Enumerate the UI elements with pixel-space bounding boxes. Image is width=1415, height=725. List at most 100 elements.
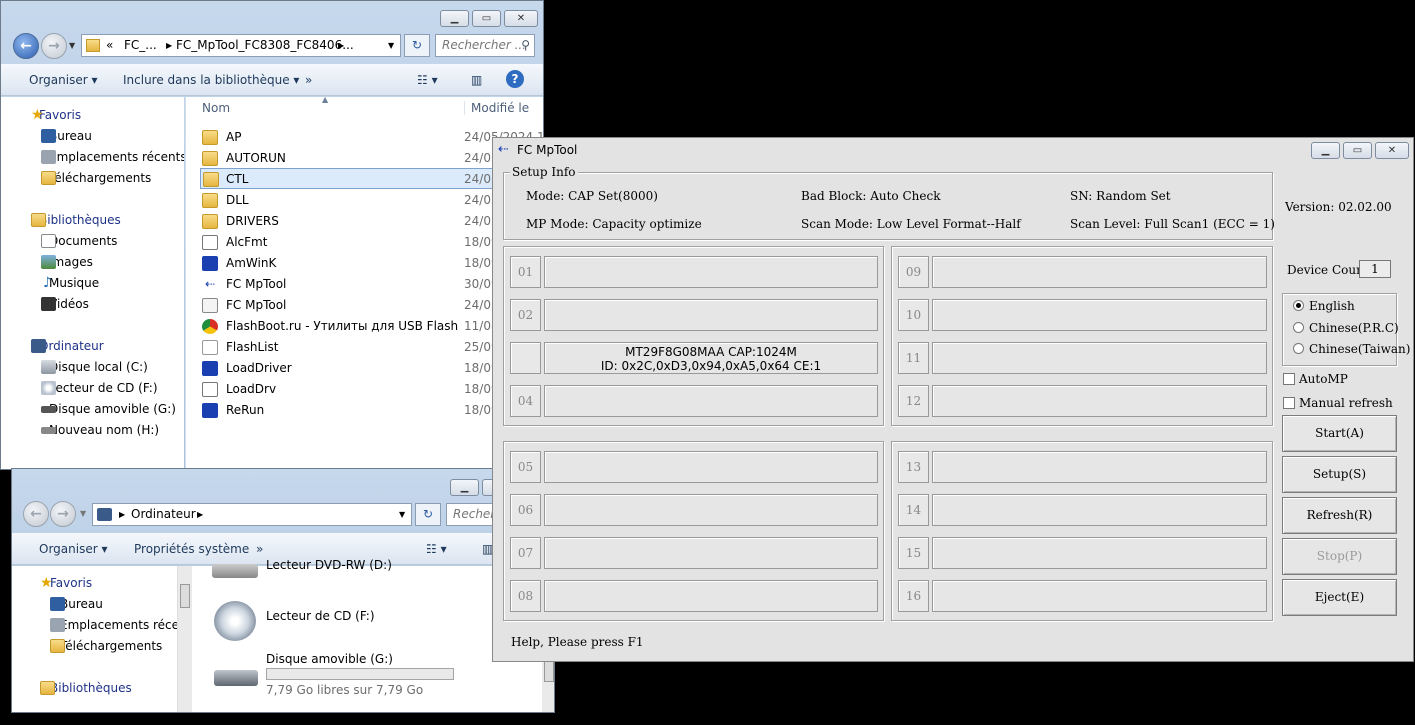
nav-downloads[interactable]: Téléchargements bbox=[12, 636, 162, 657]
slot-06-number[interactable]: 06 bbox=[510, 494, 541, 526]
auto-mp-label[interactable]: AutoMP bbox=[1299, 372, 1348, 386]
maximize-button[interactable]: ▭ bbox=[1343, 142, 1372, 159]
nav-desktop[interactable]: Bureau bbox=[1, 126, 92, 147]
back-button[interactable]: ← bbox=[23, 501, 49, 527]
slot-07-number[interactable]: 07 bbox=[510, 537, 541, 569]
nav-computer[interactable]: Ordinateur bbox=[1, 336, 104, 357]
refresh-button[interactable]: ↻ bbox=[404, 34, 430, 57]
chinese-taiwan-radio[interactable] bbox=[1293, 343, 1304, 354]
maximize-button[interactable]: ▭ bbox=[472, 10, 501, 27]
forward-button[interactable]: → bbox=[41, 33, 67, 59]
nav-drive-h[interactable]: Nouveau nom (H:) bbox=[1, 420, 159, 441]
minimize-button[interactable]: ▁ bbox=[1311, 142, 1340, 159]
more-commands-button[interactable]: » bbox=[256, 542, 263, 556]
slot-15-number[interactable]: 15 bbox=[898, 537, 929, 569]
nav-favorites[interactable]: ★ Favoris bbox=[1, 105, 81, 126]
drive-item[interactable]: Lecteur de CD (F:) bbox=[212, 601, 512, 641]
chinese-prc-label[interactable]: Chinese(P.R.C) bbox=[1309, 321, 1399, 335]
manual-refresh-label[interactable]: Manual refresh bbox=[1299, 396, 1393, 410]
slot-04-number[interactable]: 04 bbox=[510, 385, 541, 417]
chinese-taiwan-label[interactable]: Chinese(Taiwan) bbox=[1309, 342, 1410, 356]
nav-favorites[interactable]: ★ Favoris bbox=[12, 573, 92, 594]
slot-08-number[interactable]: 08 bbox=[510, 580, 541, 612]
cd-drive-icon bbox=[41, 381, 56, 395]
slot-16-status bbox=[932, 580, 1267, 612]
chevron-down-icon[interactable]: ▼ bbox=[388, 35, 394, 56]
minimize-icon: ▁ bbox=[1321, 145, 1330, 156]
stop-button[interactable]: Stop(P) bbox=[1282, 538, 1397, 575]
nav-libraries[interactable]: Bibliothèques bbox=[12, 678, 132, 699]
refresh-button[interactable]: Refresh(R) bbox=[1282, 497, 1397, 534]
chevron-down-icon[interactable]: ▼ bbox=[399, 504, 405, 525]
slot-12-number[interactable]: 12 bbox=[898, 385, 929, 417]
help-status-text: Help, Please press F1 bbox=[511, 635, 644, 649]
view-options-icon[interactable]: ☷ ▾ bbox=[417, 73, 438, 87]
close-button[interactable]: ✕ bbox=[1375, 142, 1409, 159]
slot-10-number[interactable]: 10 bbox=[898, 299, 929, 331]
english-radio[interactable] bbox=[1293, 300, 1304, 311]
slot-05-status bbox=[544, 451, 878, 483]
minimize-button[interactable]: ▁ bbox=[440, 10, 469, 27]
address-segment-2[interactable]: FC_MpTool_FC8308_FC8406... bbox=[176, 35, 354, 56]
chinese-prc-radio[interactable] bbox=[1293, 322, 1304, 333]
view-options-icon[interactable]: ☷ ▾ bbox=[426, 542, 447, 556]
address-segment-1[interactable]: Ordinateur bbox=[131, 504, 196, 525]
system-properties-button[interactable]: Propriétés système bbox=[134, 542, 249, 556]
slot-05-number[interactable]: 05 bbox=[510, 451, 541, 483]
nav-drive-g[interactable]: Disque amovible (G:) bbox=[1, 399, 176, 420]
slot-01-number[interactable]: 01 bbox=[510, 256, 541, 288]
nav-drive-f[interactable]: Lecteur de CD (F:) bbox=[1, 378, 158, 399]
organize-button[interactable]: Organiser ▾ bbox=[39, 542, 108, 556]
nav-music[interactable]: ♪ Musique bbox=[1, 273, 99, 294]
column-modified-header[interactable]: Modifié le bbox=[464, 101, 529, 115]
scrollbar-thumb[interactable] bbox=[544, 660, 554, 682]
minimize-button[interactable]: ▁ bbox=[450, 479, 479, 496]
version-text: Version: 02.02.00 bbox=[1285, 200, 1392, 214]
more-commands-button[interactable]: » bbox=[305, 73, 312, 87]
slot-09-number[interactable]: 09 bbox=[898, 256, 929, 288]
search-input[interactable]: Rechercher ... ⚲ bbox=[435, 34, 535, 57]
forward-button[interactable]: → bbox=[50, 501, 76, 527]
nav-desktop[interactable]: Bureau bbox=[12, 594, 103, 615]
organize-button[interactable]: Organiser ▾ bbox=[29, 73, 98, 87]
address-prefix: « bbox=[106, 38, 114, 52]
help-icon[interactable]: ? bbox=[506, 70, 524, 88]
include-library-button[interactable]: Inclure dans la bibliothèque ▾ bbox=[123, 73, 299, 87]
nav-drive-c[interactable]: Disque local (C:) bbox=[1, 357, 148, 378]
nav-recent-places[interactable]: Emplacements récents bbox=[1, 147, 184, 168]
nav-downloads[interactable]: Téléchargements bbox=[1, 168, 151, 189]
nav-images[interactable]: Images bbox=[1, 252, 93, 273]
nav-recent-places[interactable]: Emplacements réce bbox=[12, 615, 179, 636]
history-dropdown-icon[interactable]: ▼ bbox=[69, 41, 75, 50]
address-bar[interactable]: ▶ Ordinateur ▶ ▼ bbox=[92, 503, 412, 526]
slot-11-number[interactable]: 11 bbox=[898, 342, 929, 374]
auto-mp-checkbox[interactable] bbox=[1283, 373, 1295, 385]
drive-item[interactable]: Lecteur DVD-RW (D:) bbox=[212, 558, 512, 584]
slot-16-number[interactable]: 16 bbox=[898, 580, 929, 612]
manual-refresh-checkbox[interactable] bbox=[1283, 397, 1295, 409]
english-label[interactable]: English bbox=[1309, 299, 1355, 313]
drive-item[interactable]: Disque amovible (G:) 7,79 Go libres sur … bbox=[212, 652, 532, 698]
nav-scrollbar[interactable] bbox=[177, 566, 192, 712]
start-button[interactable]: Start(A) bbox=[1282, 415, 1397, 452]
nav-documents[interactable]: Documents bbox=[1, 231, 117, 252]
address-segment-1[interactable]: FC_... bbox=[124, 35, 157, 56]
history-dropdown-icon[interactable]: ▼ bbox=[80, 509, 86, 518]
back-button[interactable]: ← bbox=[13, 33, 39, 59]
slot-14-number[interactable]: 14 bbox=[898, 494, 929, 526]
address-bar[interactable]: « FC_... ▶ FC_MpTool_FC8308_FC8406... ▶ … bbox=[81, 34, 401, 57]
eject-button[interactable]: Eject(E) bbox=[1282, 579, 1397, 616]
slot-02-number[interactable]: 02 bbox=[510, 299, 541, 331]
slot-13-number[interactable]: 13 bbox=[898, 451, 929, 483]
refresh-button[interactable]: ↻ bbox=[415, 503, 441, 526]
preview-pane-icon[interactable]: ▥ bbox=[471, 73, 482, 87]
nav-libraries[interactable]: Bibliothèques bbox=[1, 210, 121, 231]
nav-videos[interactable]: Vidéos bbox=[1, 294, 89, 315]
setup-button[interactable]: Setup(S) bbox=[1282, 456, 1397, 493]
close-button[interactable]: ✕ bbox=[504, 10, 538, 27]
column-name-header[interactable]: Nom bbox=[202, 101, 230, 115]
slot-03-number[interactable] bbox=[510, 342, 541, 374]
command-bar: Organiser ▾ Inclure dans la bibliothèque… bbox=[1, 64, 543, 96]
star-icon: ★ bbox=[31, 107, 44, 123]
scrollbar-thumb[interactable] bbox=[180, 584, 190, 608]
